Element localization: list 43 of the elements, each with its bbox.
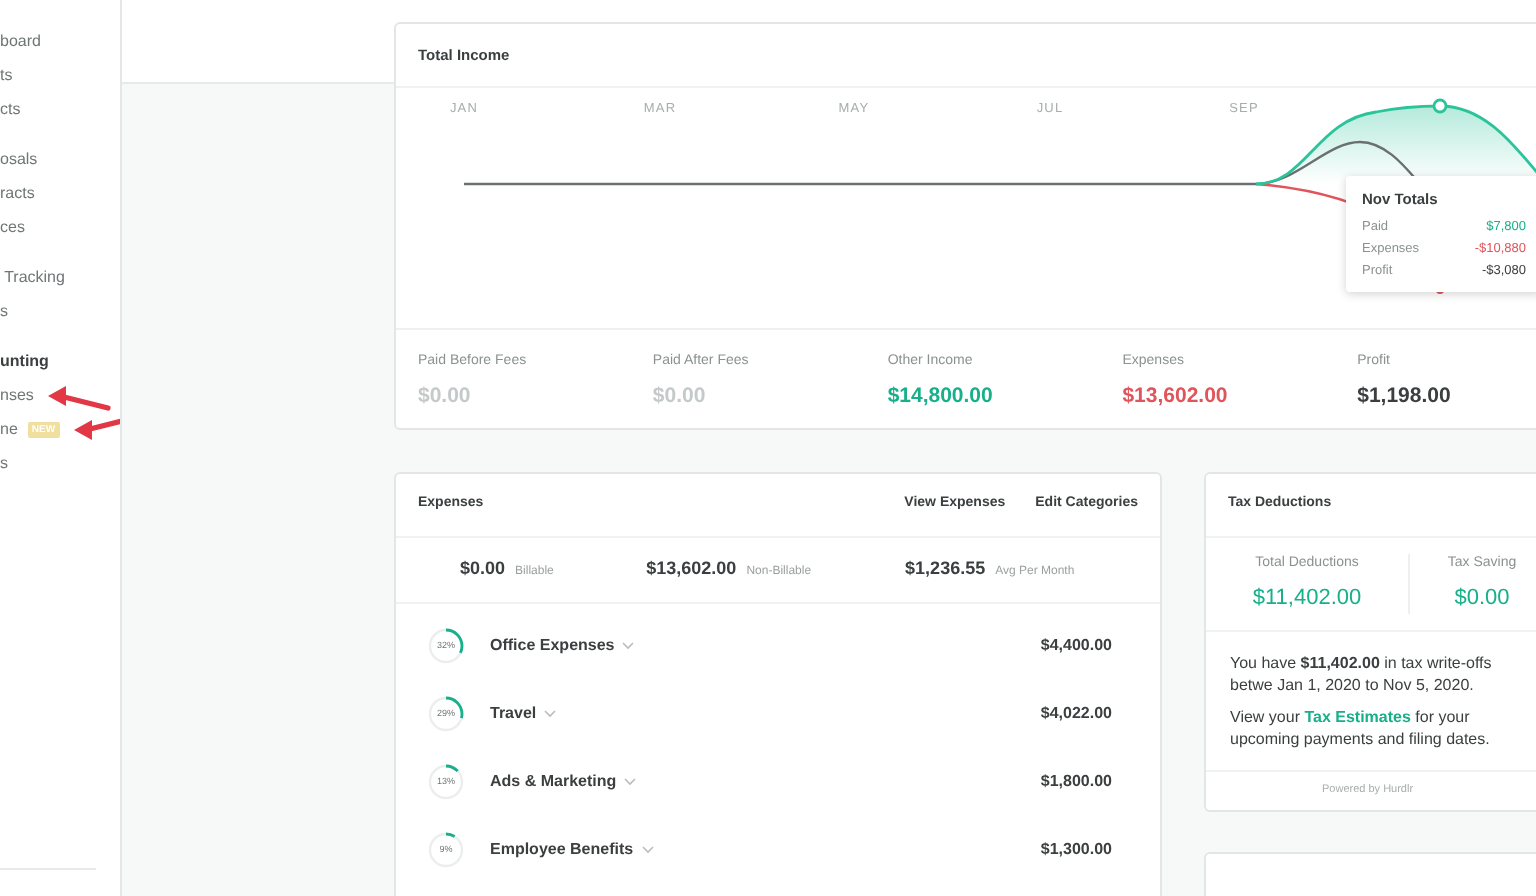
stat-value: $0.00 xyxy=(652,381,708,411)
stat-value: $11,402.00 xyxy=(1252,583,1362,613)
nav-item[interactable]: board xyxy=(0,29,41,53)
nav-item[interactable]: osals xyxy=(0,147,38,171)
section-header: unting xyxy=(0,349,49,373)
amount: $1,300.00 xyxy=(1040,838,1112,862)
progress-ring xyxy=(428,628,464,664)
summary-value: $1,236.55 xyxy=(905,556,986,583)
nav-item[interactable]: Tracking xyxy=(0,265,65,289)
nav-item[interactable]: nses xyxy=(0,383,34,407)
annotation-arrow-icon xyxy=(69,413,120,445)
estimate-text: View your Tax Estimates for your upcoming payments and filing dates. xyxy=(1230,706,1492,750)
chevron-down-icon xyxy=(544,710,557,718)
point-marker xyxy=(1432,98,1448,114)
stat-value: $13,602.00 xyxy=(1122,381,1230,411)
chevron-down-icon xyxy=(641,846,654,854)
summary-value: $13,602.00 xyxy=(646,556,737,583)
chevron-down-icon xyxy=(622,642,635,650)
tax-estimates-link[interactable]: Tax Estimates xyxy=(1304,708,1411,726)
amount: $1,800.00 xyxy=(1040,770,1112,794)
amount: $4,400.00 xyxy=(1040,634,1112,658)
category-toggle[interactable]: Ads & Marketing xyxy=(490,770,637,794)
nav-item[interactable]: s xyxy=(0,451,8,475)
summary-text: You have $11,402.00 in tax write-offs betwe Jan 1, 2020 to Nov 5, 2020. xyxy=(1230,652,1494,696)
stat-value: $0.00 xyxy=(418,381,473,411)
stat-value: $14,800.00 xyxy=(887,381,995,411)
nav-item[interactable]: s xyxy=(0,299,8,323)
category-toggle[interactable]: Office Expenses xyxy=(490,634,635,658)
progress-ring xyxy=(428,832,464,868)
category-toggle[interactable]: Travel xyxy=(490,702,557,726)
category-toggle[interactable]: Employee Benefits xyxy=(490,838,654,862)
summary-value: $0.00 xyxy=(460,556,506,583)
nav-item[interactable]: ces xyxy=(0,215,25,239)
progress-ring xyxy=(428,696,464,732)
stat-value: $1,198.00 xyxy=(1357,381,1453,411)
stat-value: $0.00 xyxy=(1454,583,1510,613)
nav-item[interactable]: ts xyxy=(0,63,13,87)
chevron-down-icon xyxy=(624,778,637,786)
nav-item[interactable]: racts xyxy=(0,181,35,205)
progress-ring xyxy=(428,764,464,800)
nav-item[interactable]: ne xyxy=(0,417,18,441)
amount: $4,022.00 xyxy=(1040,702,1112,726)
nav-item[interactable]: cts xyxy=(0,97,21,121)
